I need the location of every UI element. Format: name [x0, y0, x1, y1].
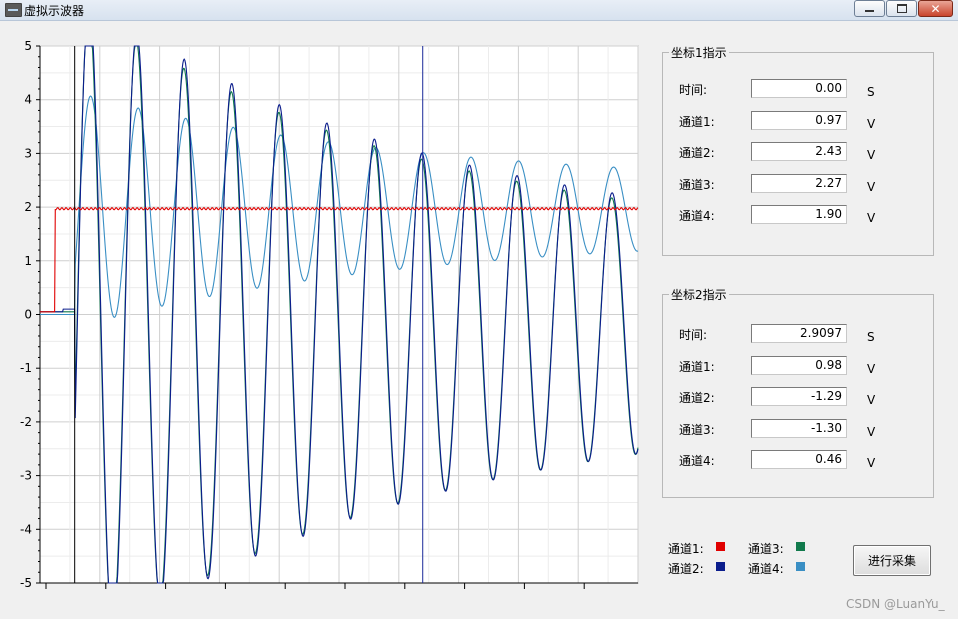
y-tick-label: 2 — [24, 200, 32, 214]
oscilloscope-icon — [5, 3, 22, 17]
cursor2-time-label: 时间: — [679, 328, 708, 342]
cursor2-ch4-unit: V — [867, 456, 876, 470]
cursor1-ch2-label: 通道2: — [679, 146, 715, 160]
title-bar: 虚拟示波器 ✕ — [0, 0, 958, 21]
y-tick-label: -4 — [20, 522, 32, 536]
y-tick-label: 5 — [24, 39, 32, 53]
cursor2-ch1-value-field[interactable]: 0.98 — [751, 355, 847, 375]
cursor2-ch2-label: 通道2: — [679, 391, 715, 405]
cursor1-ch2-unit: V — [867, 148, 876, 162]
cursor2-ch2-value-field[interactable]: -1.29 — [751, 387, 847, 406]
cursor2-ch3-value-field[interactable]: -1.30 — [751, 418, 847, 438]
start-acquisition-button[interactable]: 进行采集 — [853, 545, 931, 576]
cursor1-ch3-value-field[interactable]: 2.27 — [751, 173, 847, 193]
minimize-button[interactable] — [854, 0, 885, 17]
cursor1-ch2-value-field[interactable]: 2.43 — [751, 142, 847, 161]
cursor1-ch4-value-field[interactable]: 1.90 — [751, 205, 847, 224]
maximize-button[interactable] — [886, 0, 917, 17]
cursor2-time-value-field[interactable]: 2.9097 — [751, 324, 847, 343]
cursor1-group-title: 坐标1指示 — [669, 44, 729, 61]
cursor1-ch3-label: 通道3: — [679, 177, 715, 192]
y-tick-label: -5 — [20, 576, 32, 590]
legend-swatch-ch1 — [716, 542, 725, 551]
cursor1-time-value-field[interactable]: 0.00 — [751, 79, 847, 98]
minimize-icon — [865, 10, 874, 12]
oscilloscope-plot[interactable]: 5 4 3 2 1 0 -1 -2 -3 -4 -5 — [0, 20, 650, 619]
y-tick-label: 4 — [24, 93, 32, 107]
cursor2-ch2-unit: V — [867, 393, 876, 407]
maximize-icon — [896, 4, 907, 13]
cursor2-ch4-value-field[interactable]: 0.46 — [751, 450, 847, 469]
y-tick-label: -3 — [20, 469, 32, 483]
cursor2-time-unit: S — [867, 330, 875, 344]
y-tick-label: -2 — [20, 415, 32, 429]
close-icon: ✕ — [930, 1, 941, 16]
y-tick-label: 1 — [24, 254, 32, 268]
cursor1-ch4-label: 通道4: — [679, 209, 715, 223]
cursor1-ch1-value-field[interactable]: 0.97 — [751, 110, 847, 130]
legend-label-ch4: 通道4: — [748, 562, 784, 576]
window-title: 虚拟示波器 — [24, 4, 85, 18]
legend-swatch-ch2 — [716, 562, 725, 571]
y-tick-label: -1 — [20, 361, 32, 375]
y-tick-label: 3 — [24, 146, 32, 160]
cursor1-ch4-unit: V — [867, 211, 876, 225]
y-tick-label: 0 — [24, 308, 32, 322]
cursor1-time-unit: S — [867, 85, 875, 99]
plot-grid — [39, 45, 639, 584]
cursor2-group-title: 坐标2指示 — [669, 286, 729, 303]
legend-label-ch1: 通道1: — [668, 542, 704, 556]
cursor2-ch1-unit: V — [867, 361, 876, 376]
cursor1-ch1-label: 通道1: — [679, 114, 715, 129]
legend-label-ch3: 通道3: — [748, 542, 784, 556]
cursor2-ch4-label: 通道4: — [679, 454, 715, 468]
close-button[interactable]: ✕ — [918, 0, 953, 17]
cursor2-ch3-unit: V — [867, 424, 876, 439]
watermark: CSDN @LuanYu_ — [846, 597, 945, 611]
cursor2-ch1-label: 通道1: — [679, 359, 715, 374]
legend-swatch-ch3 — [796, 542, 805, 551]
cursor1-ch1-unit: V — [867, 116, 876, 131]
cursor1-time-label: 时间: — [679, 83, 708, 97]
cursor1-ch3-unit: V — [867, 179, 876, 194]
cursor2-ch3-label: 通道3: — [679, 422, 715, 437]
legend-label-ch2: 通道2: — [668, 562, 704, 576]
legend-swatch-ch4 — [796, 562, 805, 571]
